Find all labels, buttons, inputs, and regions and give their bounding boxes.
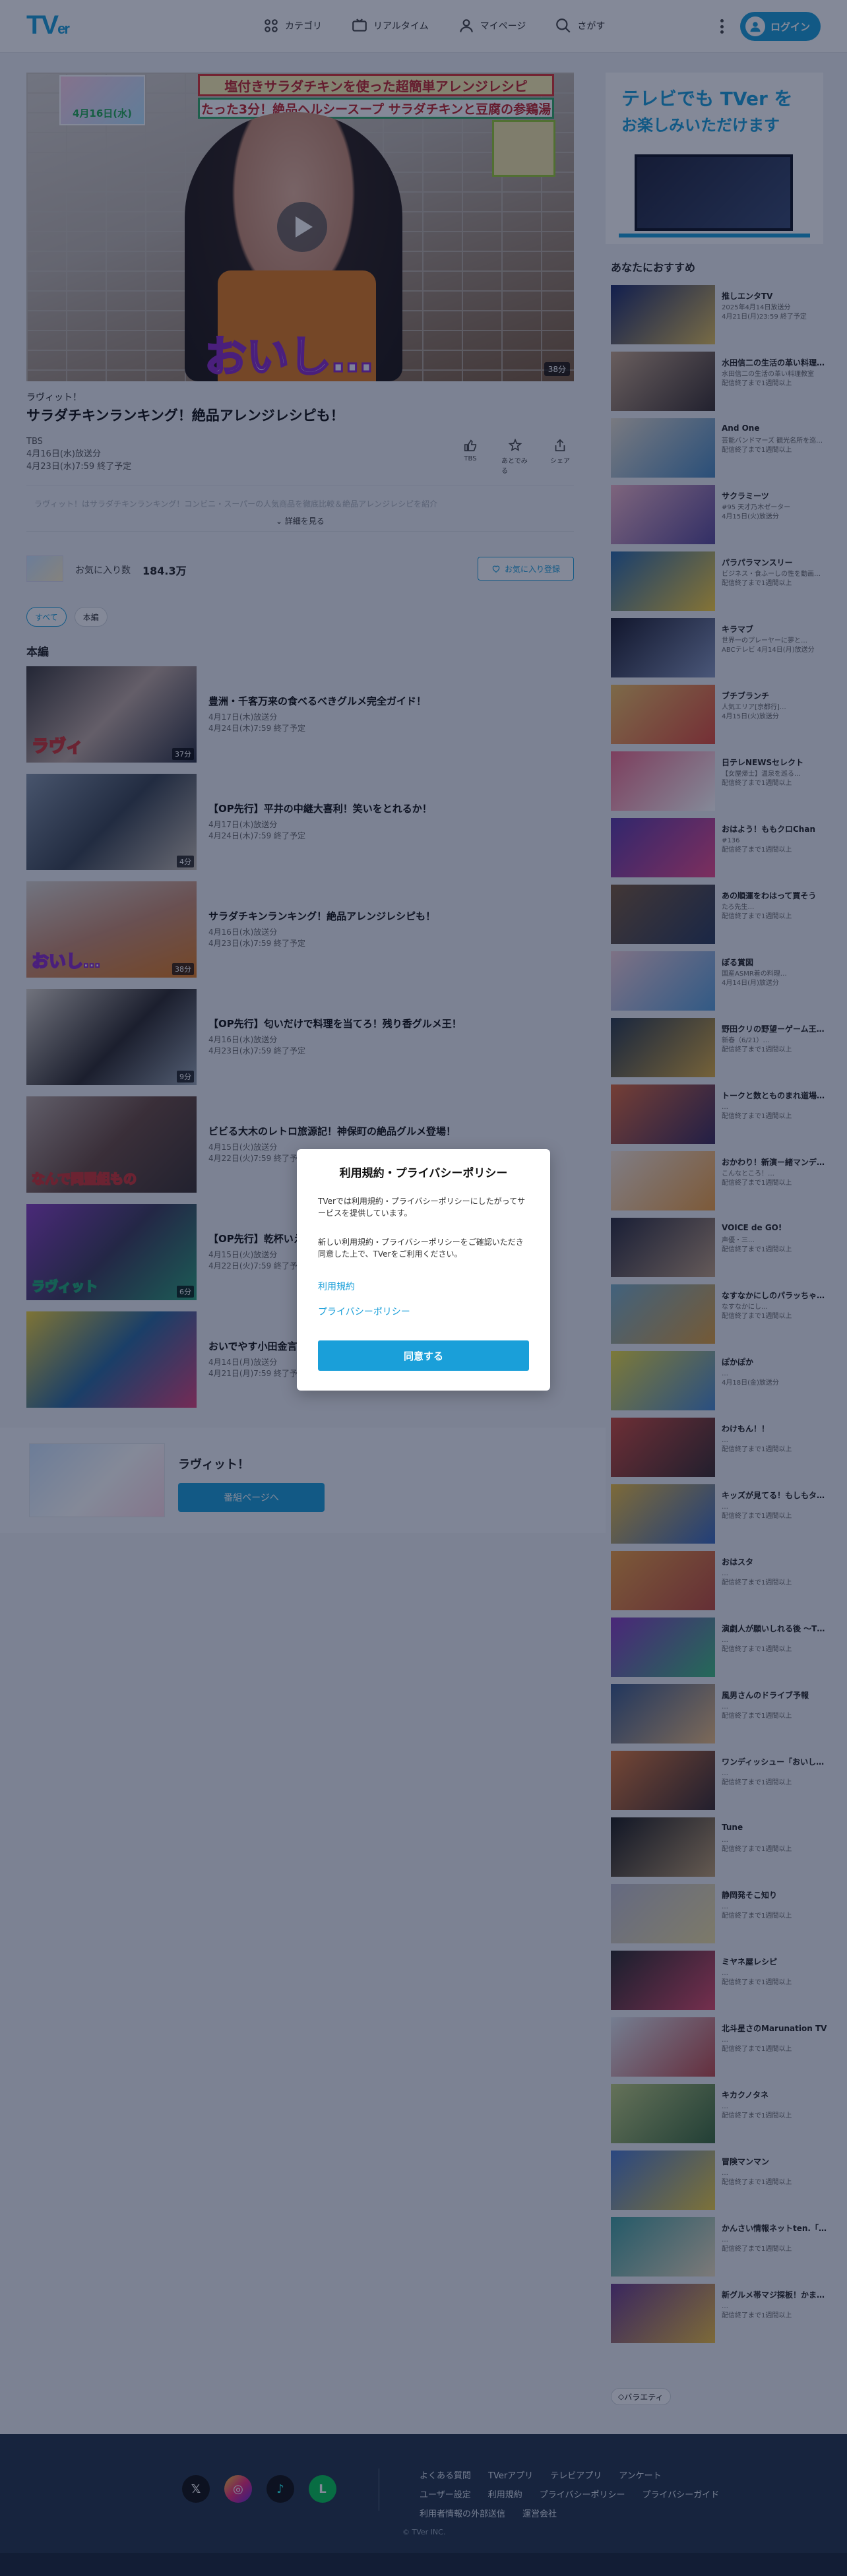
privacy-link[interactable]: プライバシーポリシー [318,1305,410,1318]
terms-modal: 利用規約・プライバシーポリシー TVerでは利用規約・プライバシーポリシーにした… [297,1149,550,1391]
modal-text-2: 新しい利用規約・プライバシーポリシーをご確認いただき同意した上で、TVerをご利… [318,1238,524,1259]
terms-link[interactable]: 利用規約 [318,1280,355,1293]
modal-text-1: TVerでは利用規約・プライバシーポリシーにしたがってサービスを提供しています。 [318,1197,526,1218]
agree-button[interactable]: 同意する [318,1340,529,1371]
modal-title: 利用規約・プライバシーポリシー [339,1167,508,1180]
